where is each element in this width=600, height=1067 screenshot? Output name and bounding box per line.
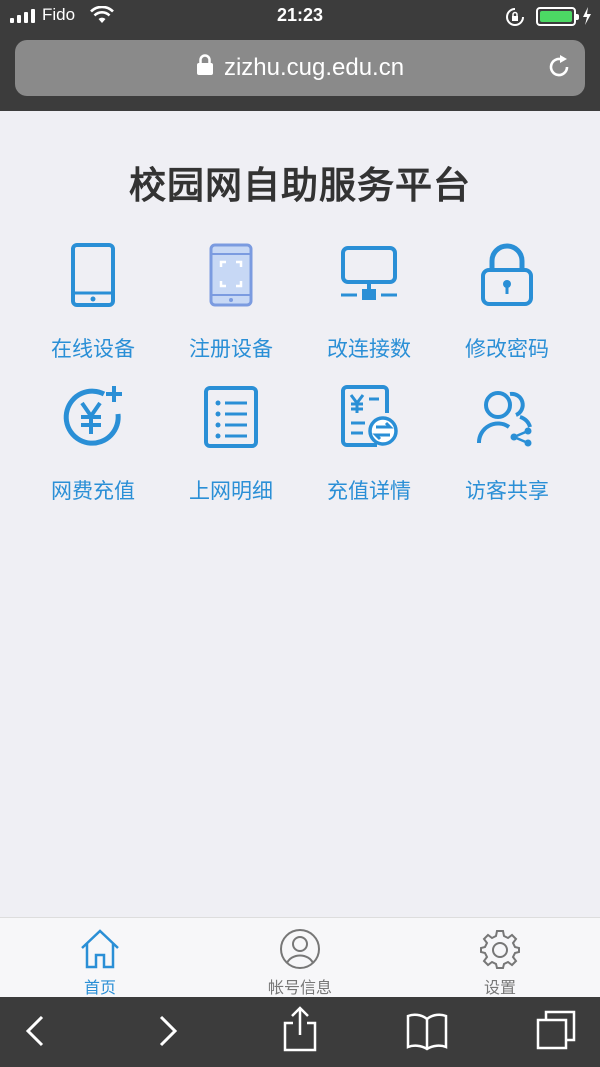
- tile-change-password[interactable]: 修改密码: [438, 235, 576, 377]
- tile-usage-details[interactable]: 上网明细: [162, 377, 300, 519]
- battery-icon: [536, 7, 579, 26]
- yuan-plus-icon: [57, 381, 129, 453]
- share-icon[interactable]: [282, 1005, 318, 1057]
- tile-guest-share[interactable]: 访客共享: [438, 377, 576, 519]
- tile-label: 网费充值: [51, 479, 135, 503]
- home-icon: [81, 929, 119, 969]
- tab-label: 首页: [83, 978, 116, 997]
- back-icon[interactable]: [22, 1011, 48, 1055]
- service-grid: 在线设备 注册设备 改连接数 修改密码 网费充值 上网明细 充值详情 访客共享: [24, 235, 576, 519]
- phone-icon: [57, 239, 129, 311]
- forward-icon[interactable]: [155, 1011, 181, 1055]
- network-monitor-icon: [333, 239, 405, 311]
- browser-toolbar: [0, 997, 600, 1067]
- tile-fee-recharge[interactable]: 网费充值: [24, 377, 162, 519]
- tile-change-connections[interactable]: 改连接数: [300, 235, 438, 377]
- scan-phone-icon: [195, 239, 267, 311]
- charging-bolt-icon: [582, 7, 592, 29]
- app-tab-bar: 首页 帐号信息 设置: [0, 917, 600, 997]
- browser-top-chrome: Fido 21:23 zizhu.cug.edu.cn: [0, 0, 600, 111]
- lock-icon: [196, 53, 214, 83]
- bookmarks-icon[interactable]: [405, 1011, 449, 1055]
- bill-exchange-icon: [333, 381, 405, 453]
- rotation-lock-icon: [505, 7, 525, 31]
- tabs-icon[interactable]: [535, 1009, 577, 1055]
- tile-recharge-details[interactable]: 充值详情: [300, 377, 438, 519]
- tile-label: 充值详情: [327, 479, 411, 503]
- url-text: zizhu.cug.edu.cn: [223, 54, 405, 81]
- padlock-icon: [471, 239, 543, 311]
- tile-register-device[interactable]: 注册设备: [162, 235, 300, 377]
- tile-label: 在线设备: [51, 337, 135, 361]
- tab-label: 设置: [483, 978, 516, 997]
- tile-label: 修改密码: [465, 337, 549, 361]
- page-title: 校园网自助服务平台: [129, 164, 471, 207]
- address-bar[interactable]: zizhu.cug.edu.cn: [15, 40, 585, 96]
- user-icon: [280, 929, 320, 969]
- list-document-icon: [195, 381, 267, 453]
- status-bar: Fido 21:23: [0, 0, 600, 32]
- reload-icon[interactable]: [545, 53, 573, 85]
- gear-icon: [480, 930, 520, 969]
- tab-settings[interactable]: 设置: [440, 918, 560, 998]
- tile-label: 注册设备: [189, 337, 273, 361]
- users-share-icon: [471, 381, 543, 453]
- tab-home[interactable]: 首页: [40, 918, 160, 998]
- tile-label: 访客共享: [465, 479, 549, 503]
- tab-label: 帐号信息: [267, 978, 332, 997]
- tile-label: 上网明细: [189, 479, 273, 503]
- tile-label: 改连接数: [327, 337, 411, 361]
- tile-online-devices[interactable]: 在线设备: [24, 235, 162, 377]
- tab-account-info[interactable]: 帐号信息: [240, 918, 360, 998]
